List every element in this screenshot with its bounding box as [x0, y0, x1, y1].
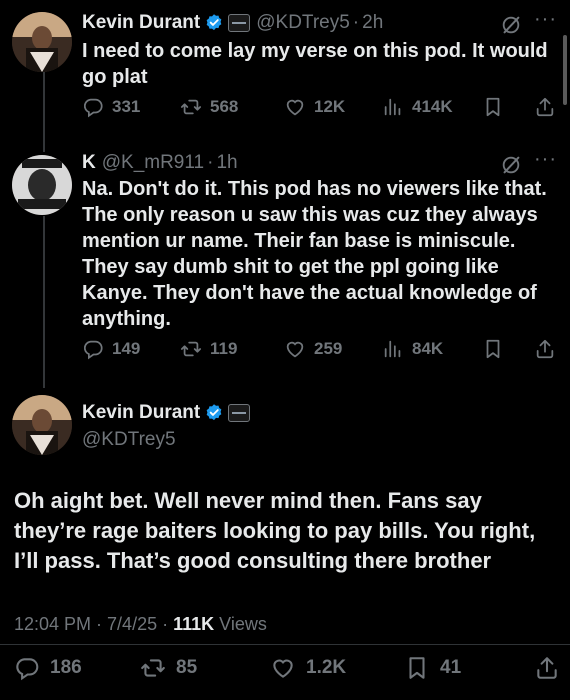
retweet-button[interactable]: 568 — [180, 96, 238, 118]
heart-icon — [270, 655, 296, 681]
heart-icon — [284, 338, 306, 360]
tweet-header: Kevin Durant @KDTrey5 · 2h — [82, 12, 383, 34]
tweet-header: K @K_mR911 · 1h — [82, 152, 238, 174]
like-count: 1.2K — [306, 657, 347, 678]
username[interactable]: @K_mR911 — [102, 152, 204, 174]
view-count: 111K — [173, 614, 215, 634]
like-button[interactable]: 12K — [284, 96, 345, 118]
bookmark-button[interactable]: 41 — [404, 655, 461, 681]
share-button[interactable] — [534, 96, 564, 118]
timestamp[interactable]: 2h — [362, 12, 383, 34]
views-icon — [382, 338, 404, 360]
reply-button[interactable]: 331 — [82, 96, 140, 118]
post-time[interactable]: 12:04 PM — [14, 614, 91, 634]
views-icon — [382, 96, 404, 118]
retweet-icon — [180, 96, 202, 118]
retweet-button[interactable]: 119 — [180, 338, 237, 360]
retweet-count: 119 — [210, 339, 238, 358]
views-button[interactable]: 84K — [382, 338, 443, 360]
retweet-icon — [140, 655, 166, 681]
username[interactable]: @KDTrey5 — [82, 429, 250, 451]
like-count: 259 — [314, 339, 343, 358]
tweet-text: Na. Don't do it. This pod has no viewers… — [82, 178, 547, 330]
grok-icon[interactable] — [500, 154, 522, 176]
avatar[interactable] — [12, 395, 72, 455]
bookmark-button[interactable] — [482, 96, 512, 118]
views-label: Views — [219, 614, 267, 634]
share-button[interactable] — [534, 655, 570, 681]
divider — [0, 644, 570, 645]
tweet-text: I need to come lay my verse on this pod.… — [82, 40, 548, 88]
retweet-button[interactable]: 85 — [140, 655, 197, 681]
share-icon — [534, 655, 560, 681]
verified-badge-icon — [204, 13, 224, 33]
author-block: Kevin Durant @KDTrey5 — [82, 402, 251, 451]
share-icon — [534, 338, 556, 360]
avatar[interactable] — [12, 155, 72, 215]
like-button[interactable]: 259 — [284, 338, 342, 360]
view-count: 414K — [412, 97, 453, 116]
views-button[interactable]: 414K — [382, 96, 453, 118]
affiliation-badge-icon[interactable] — [228, 14, 251, 32]
reply-count: 149 — [112, 339, 141, 358]
reply-button[interactable]: 186 — [14, 655, 82, 681]
main-tweet: Kevin Durant @KDTrey5 Oh aight bet. Well… — [0, 390, 570, 700]
like-count: 12K — [314, 97, 346, 116]
display-name[interactable]: Kevin Durant — [82, 402, 200, 424]
share-icon — [534, 96, 556, 118]
retweet-count: 85 — [176, 657, 198, 678]
view-count: 84K — [412, 339, 444, 358]
bookmark-icon — [404, 655, 430, 681]
reply-count: 331 — [112, 97, 141, 116]
share-button[interactable] — [534, 338, 564, 360]
bookmark-icon — [482, 338, 504, 360]
retweet-icon — [180, 338, 202, 360]
affiliation-badge-icon[interactable] — [228, 404, 251, 422]
heart-icon — [284, 96, 306, 118]
tweet-reply-1[interactable]: Kevin Durant @KDTrey5 · 2h ··· I need to… — [0, 0, 570, 150]
reply-icon — [14, 655, 40, 681]
display-name[interactable]: Kevin Durant — [82, 12, 200, 34]
tweet-actions: 149 119 259 84K — [82, 338, 562, 366]
post-date[interactable]: 7/4/25 — [107, 614, 157, 634]
timestamp[interactable]: 1h — [216, 152, 237, 174]
main-tweet-actions: 186 85 1.2K 41 — [14, 655, 562, 685]
reply-button[interactable]: 149 — [82, 338, 140, 360]
grok-icon[interactable] — [500, 14, 522, 36]
tweet-actions: 331 568 12K 414K — [82, 96, 562, 124]
display-name[interactable]: K — [82, 152, 96, 174]
username[interactable]: @KDTrey5 — [256, 12, 350, 34]
bookmark-button[interactable] — [482, 338, 512, 360]
bookmark-icon — [482, 96, 504, 118]
like-button[interactable]: 1.2K — [270, 655, 346, 681]
reply-icon — [82, 96, 104, 118]
more-icon[interactable]: ··· — [534, 148, 557, 171]
reply-count: 186 — [50, 657, 82, 678]
tweet-reply-2[interactable]: K @K_mR911 · 1h ··· Na. Don't do it. Thi… — [0, 148, 570, 380]
verified-badge-icon — [204, 403, 224, 423]
separator-dot: · — [207, 152, 214, 173]
tweet-text: Oh aight bet. Well never mind then. Fans… — [14, 488, 536, 573]
separator-dot: · — [352, 12, 360, 33]
retweet-count: 568 — [210, 97, 239, 116]
tweet-meta: 12:04 PM · 7/4/25 · 111K Views — [14, 614, 267, 634]
bookmark-count: 41 — [440, 657, 462, 678]
reply-icon — [82, 338, 104, 360]
avatar[interactable] — [12, 12, 72, 72]
more-icon[interactable]: ··· — [534, 8, 557, 31]
